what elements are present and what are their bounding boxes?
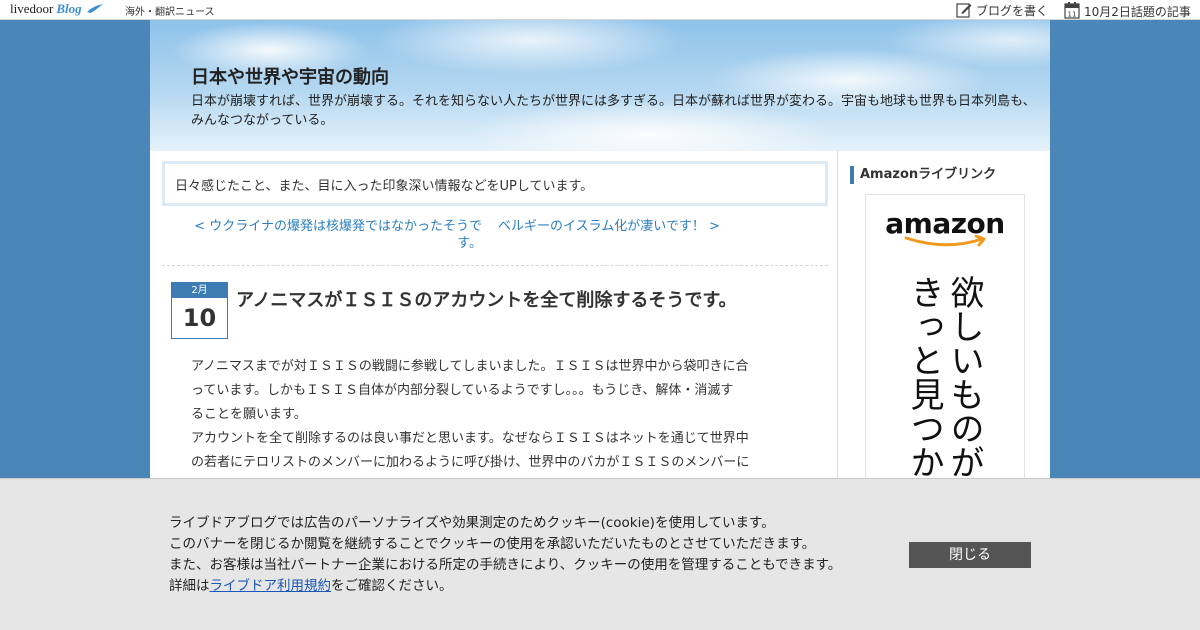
- bird-icon: [86, 2, 103, 18]
- calendar-day: 11: [1068, 11, 1077, 19]
- post-body-line: アカウントを全て削除するのは良い事だと思います。なぜならＩＳＩＳはネットを通じて…: [191, 431, 749, 446]
- cookie-line-4: 詳細はライブドア利用規約をご確認ください。: [169, 576, 889, 597]
- topics-link[interactable]: 11 10月2日話題の記事: [1064, 2, 1191, 20]
- write-blog-label: ブログを書く: [976, 4, 1049, 18]
- cookie-banner: ライブドアブログでは広告のパーソナライズや効果測定のためクッキー(cookie)…: [0, 478, 1200, 630]
- sidebar: Amazonライブリンク amazon 欲しいものが きっと見つか: [850, 166, 1040, 494]
- post-day: 10: [182, 304, 217, 332]
- cookie-details-suffix: をご確認ください。: [331, 578, 453, 594]
- terms-link[interactable]: ライブドア利用規約: [210, 578, 332, 594]
- post-body-line: アノニマスまでが対ＩＳＩＳの戦闘に参戦してしまいました。ＩＳＩＳは世界中から袋叩…: [191, 359, 749, 374]
- site-description: 日本が崩壊すれば、世界が崩壊する。それを知らない人たちが世界には多すぎる。日本が…: [191, 94, 1036, 128]
- divider: [162, 265, 828, 266]
- post-title[interactable]: アノニマスがＩＳＩＳのアカウントを全て削除するそうです。: [236, 286, 826, 312]
- logo-blog-text: Blog: [56, 1, 82, 16]
- post-body: アノニマスまでが対ＩＳＩＳの戦闘に参戦してしまいました。ＩＳＩＳは世界中から袋叩…: [191, 355, 796, 475]
- prev-article-link[interactable]: < ウクライナの爆発は核爆発ではなかったそうです。: [172, 218, 482, 252]
- cookie-line-2: このバナーを閉じるか閲覧を継続することでクッキーの使用を承認いただいたものとさせ…: [169, 536, 816, 552]
- ad-copy-line-2: きっと見つか: [904, 275, 944, 479]
- top-bar: livedoor Blog 海外・翻訳ニュース ブログを書く 11 10月2日話題…: [0, 0, 1200, 20]
- logo-text: livedoor: [10, 1, 54, 16]
- pencil-icon: [956, 3, 972, 18]
- livedoor-blog-logo[interactable]: livedoor Blog: [10, 1, 103, 18]
- cookie-details-prefix: 詳細は: [169, 578, 210, 594]
- calendar-icon: 11: [1064, 2, 1080, 19]
- post-month: 2月: [172, 283, 227, 298]
- post-body-line: っています。しかもＩＳＩＳ自体が内部分裂しているようですし。。。もうじき、解体・…: [191, 383, 734, 398]
- site-title[interactable]: 日本や世界や宇宙の動向: [191, 63, 389, 89]
- cookie-line-1: ライブドアブログでは広告のパーソナライズや効果測定のためクッキー(cookie)…: [169, 515, 775, 531]
- sidebar-heading: Amazonライブリンク: [850, 166, 1040, 184]
- amazon-ad[interactable]: amazon 欲しいものが きっと見つか: [865, 194, 1025, 494]
- write-blog-link[interactable]: ブログを書く: [956, 2, 1048, 19]
- post-body-line: の若者にテロリストのメンバーに加わるように呼び掛け、世界中のバカがＩＳＩＳのメン…: [191, 455, 750, 470]
- ad-copy-line-1: 欲しいものが: [944, 275, 984, 479]
- cookie-text: ライブドアブログでは広告のパーソナライズや効果測定のためクッキー(cookie)…: [169, 513, 889, 597]
- post-body-line: ることを願います。: [191, 407, 307, 422]
- cookie-line-3: また、お客様は当社パートナー企業における所定の手続きにより、クッキーの使用を管理…: [169, 557, 842, 573]
- close-button[interactable]: 閉じる: [909, 542, 1031, 568]
- blog-header: 日本や世界や宇宙の動向 日本が崩壊すれば、世界が崩壊する。それを知らない人たちが…: [150, 20, 1050, 151]
- amazon-smile-icon: [904, 235, 986, 247]
- category-link[interactable]: 海外・翻訳ニュース: [125, 3, 215, 18]
- topics-label: 10月2日話題の記事: [1084, 5, 1191, 19]
- blog-intro: 日々感じたこと、また、目に入った印象深い情報などをUPしています。: [162, 161, 828, 206]
- next-article-link[interactable]: ベルギーのイスラム化が凄いです！ >: [498, 218, 720, 235]
- post-date-badge: 2月 10: [171, 282, 228, 339]
